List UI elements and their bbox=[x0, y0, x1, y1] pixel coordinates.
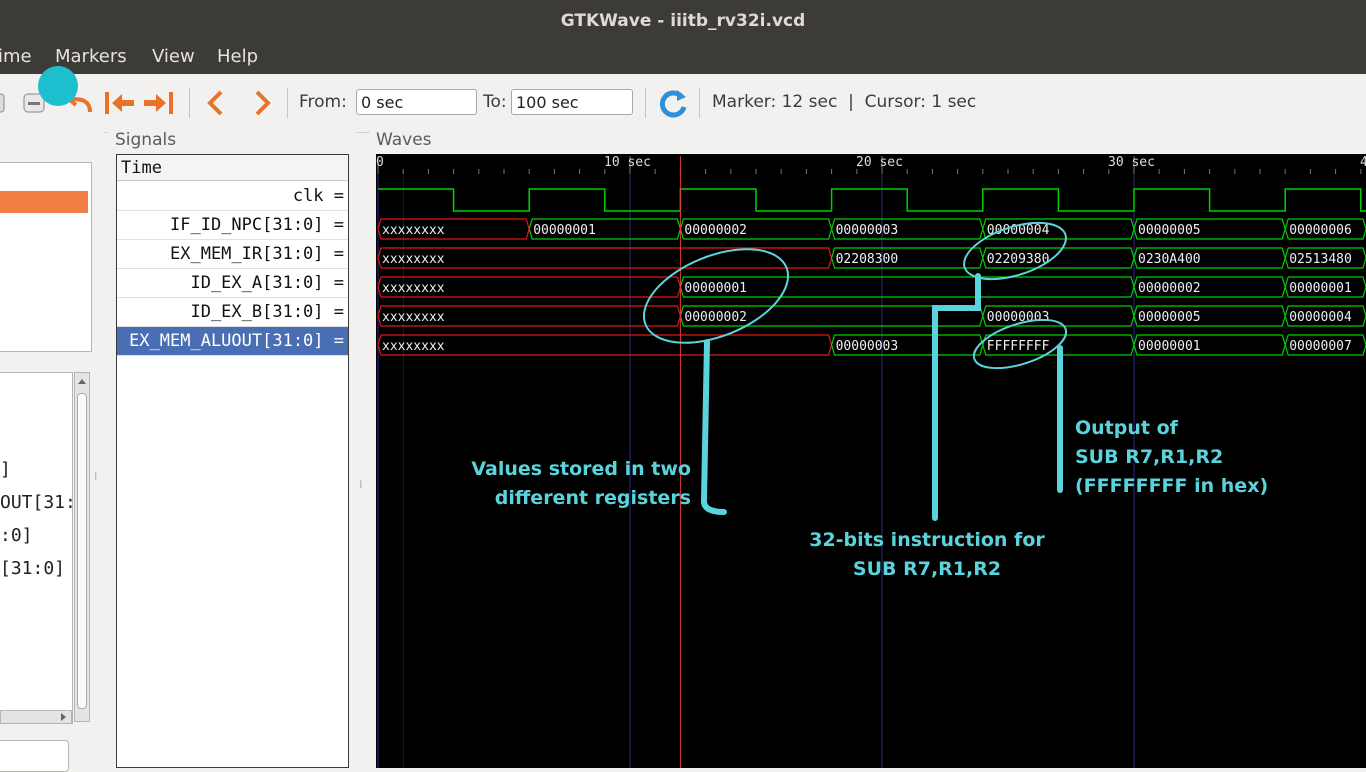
bus-value-label: 00000002 bbox=[684, 310, 747, 325]
signal-row-clk[interactable]: clk = bbox=[117, 182, 348, 211]
bus-value-label: 00000004 bbox=[1289, 310, 1352, 325]
from-label: From: bbox=[299, 92, 347, 112]
signal-picker-list[interactable]: ] OUT[31: :0] [31:0] bbox=[0, 372, 76, 724]
to-label: To: bbox=[483, 92, 507, 112]
from-time-input[interactable]: 0 sec bbox=[356, 89, 477, 115]
bus-value-label: 00000001 bbox=[684, 281, 747, 296]
hierarchy-tree[interactable] bbox=[0, 162, 92, 352]
scroll-right-icon[interactable] bbox=[57, 711, 69, 723]
bus-value-label: 00000005 bbox=[1138, 223, 1201, 238]
menu-view[interactable]: View bbox=[152, 46, 195, 67]
filter-input[interactable] bbox=[0, 740, 69, 772]
waves-label: Waves bbox=[376, 130, 432, 150]
menu-help[interactable]: Help bbox=[217, 46, 258, 67]
time-tick-label: 0 bbox=[376, 155, 384, 170]
window-titlebar: GTKWave - iiitb_rv32i.vcd bbox=[0, 0, 1366, 43]
marker-cursor-readout: Marker: 12 sec | Cursor: 1 sec bbox=[712, 92, 977, 112]
bus-value-label: 00000004 bbox=[987, 223, 1050, 238]
bus-value-label: 00000006 bbox=[1289, 223, 1352, 238]
list-item[interactable]: OUT[31: bbox=[0, 492, 76, 513]
pane-grip-icon[interactable]: ⁞ bbox=[94, 470, 98, 483]
zoom-to-start-icon[interactable] bbox=[102, 88, 136, 118]
toolbar: From: 0 sec To: 100 sec Marker: 12 sec |… bbox=[0, 74, 1366, 133]
zoom-fit-icon[interactable] bbox=[0, 88, 8, 118]
bus-value-label: 00000003 bbox=[836, 223, 899, 238]
toolbar-separator bbox=[699, 88, 700, 118]
scrollbar-thumb[interactable] bbox=[77, 393, 87, 709]
bus-value-label: xxxxxxxx bbox=[382, 223, 445, 238]
to-time-input[interactable]: 100 sec bbox=[511, 89, 633, 115]
bus-value-label: 00000001 bbox=[1289, 281, 1352, 296]
menu-markers[interactable]: Markers bbox=[55, 46, 127, 67]
chevron-right-icon[interactable] bbox=[250, 88, 274, 118]
scroll-up-icon[interactable] bbox=[75, 374, 89, 388]
bus-value-label: 00000005 bbox=[1138, 310, 1201, 325]
list-item[interactable]: [31:0] bbox=[0, 558, 65, 579]
bus-value-label: xxxxxxxx bbox=[382, 252, 445, 267]
chevron-left-icon[interactable] bbox=[204, 88, 228, 118]
menu-time[interactable]: ime bbox=[0, 46, 32, 67]
bus-value-label: 00000001 bbox=[533, 223, 596, 238]
reload-icon[interactable] bbox=[657, 88, 689, 120]
pane-grip-icon[interactable]: ⁞ bbox=[359, 478, 363, 491]
waves-pane: Waves 0 10 sec 20 sec 30 sec 4 xxxxxxxx 000000… bbox=[370, 130, 1366, 768]
zoom-to-end-icon[interactable] bbox=[142, 88, 176, 118]
time-tick-label: 4 bbox=[1360, 155, 1366, 170]
bus-value-label: 00000001 bbox=[1138, 339, 1201, 354]
bus-value-label: 00000007 bbox=[1289, 339, 1352, 354]
bus-value-label: 00000003 bbox=[836, 339, 899, 354]
signals-label: Signals bbox=[115, 130, 177, 150]
bus-value-label: xxxxxxxx bbox=[382, 310, 445, 325]
horizontal-scrollbar[interactable] bbox=[0, 710, 72, 724]
window-title: GTKWave - iiitb_rv32i.vcd bbox=[560, 11, 806, 31]
bus-value-label: xxxxxxxx bbox=[382, 281, 445, 296]
signal-row-id-ex-b[interactable]: ID_EX_B[31:0] = bbox=[117, 298, 348, 327]
bus-value-label: 00000002 bbox=[684, 223, 747, 238]
bus-value-label: 00000002 bbox=[1138, 281, 1201, 296]
signal-row-id-ex-a[interactable]: ID_EX_A[31:0] = bbox=[117, 269, 348, 298]
signal-row-ex-mem-aluout[interactable]: EX_MEM_ALUOUT[31:0] = bbox=[117, 327, 348, 356]
sst-pane: ] OUT[31: :0] [31:0] bbox=[0, 132, 104, 772]
time-tick-label: 30 sec bbox=[1108, 155, 1155, 170]
signals-time-header: Time bbox=[117, 155, 348, 181]
waveform-canvas[interactable]: 0 10 sec 20 sec 30 sec 4 xxxxxxxx 00000001 0000… bbox=[376, 154, 1366, 768]
vertical-scrollbar[interactable] bbox=[74, 372, 90, 722]
list-item[interactable]: :0] bbox=[0, 525, 33, 546]
hierarchy-selected-item[interactable] bbox=[0, 191, 88, 213]
signals-pane: Signals Time clk = IF_ID_NPC[31:0] = EX_… bbox=[108, 130, 356, 768]
toolbar-separator bbox=[189, 88, 190, 118]
time-tick-label: 10 sec bbox=[604, 155, 651, 170]
time-tick-label: 20 sec bbox=[856, 155, 903, 170]
bus-value-label: FFFFFFFF bbox=[987, 339, 1050, 354]
bus-value-label: 0230A400 bbox=[1138, 252, 1201, 267]
bus-value-label: 02208300 bbox=[836, 252, 899, 267]
signal-row-if-id-npc[interactable]: IF_ID_NPC[31:0] = bbox=[117, 211, 348, 240]
bus-value-label: 02513480 bbox=[1289, 252, 1352, 267]
waveform-background bbox=[376, 154, 1366, 768]
menu-bar: ime Markers View Help bbox=[0, 42, 1366, 74]
signals-list[interactable]: Time clk = IF_ID_NPC[31:0] = EX_MEM_IR[3… bbox=[116, 154, 349, 768]
pointer-dot bbox=[38, 66, 78, 106]
toolbar-separator bbox=[645, 88, 646, 118]
bus-value-label: xxxxxxxx bbox=[382, 339, 445, 354]
signal-row-ex-mem-ir[interactable]: EX_MEM_IR[31:0] = bbox=[117, 240, 348, 269]
bus-value-label: 02209380 bbox=[987, 252, 1050, 267]
toolbar-separator bbox=[287, 88, 288, 118]
list-item[interactable]: ] bbox=[0, 459, 11, 480]
bus-value-label: 00000003 bbox=[987, 310, 1050, 325]
